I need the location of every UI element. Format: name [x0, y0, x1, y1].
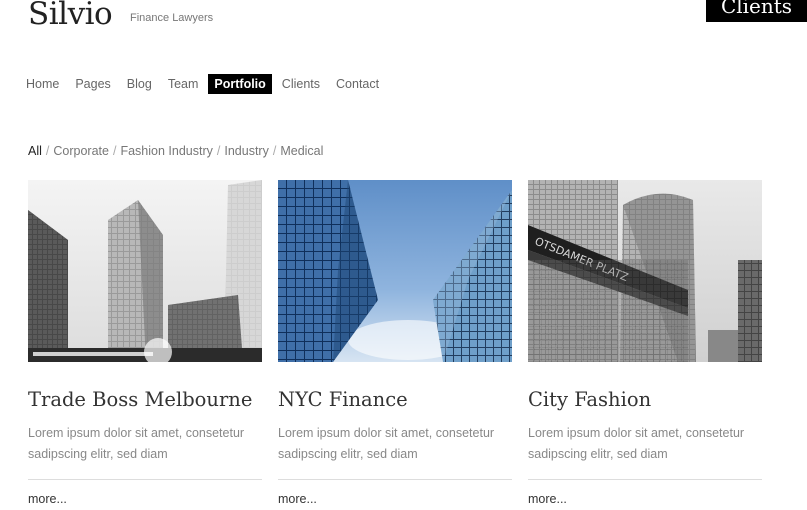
portfolio-thumb-trade-boss[interactable] — [28, 180, 262, 362]
site-tagline: Finance Lawyers — [130, 12, 214, 24]
card-title[interactable]: City Fashion — [528, 388, 762, 411]
more-link[interactable]: more... — [528, 492, 762, 506]
card-title[interactable]: NYC Finance — [278, 388, 512, 411]
nav-home[interactable]: Home — [20, 74, 65, 94]
portfolio-thumb-nyc-finance[interactable] — [278, 180, 512, 362]
main-nav: Home Pages Blog Team Portfolio Clients C… — [20, 74, 389, 94]
card-divider — [278, 479, 512, 480]
nav-blog[interactable]: Blog — [121, 74, 158, 94]
filter-industry[interactable]: Industry — [224, 144, 268, 158]
skyscraper-grayscale-image — [28, 180, 262, 362]
filter-separator: / — [216, 144, 221, 158]
filter-all[interactable]: All — [28, 144, 42, 158]
card-divider — [528, 479, 762, 480]
nav-pages[interactable]: Pages — [69, 74, 116, 94]
clients-badge[interactable]: Clients — [706, 0, 807, 22]
filter-separator: / — [112, 144, 117, 158]
filter-separator: / — [45, 144, 50, 158]
card-divider — [28, 479, 262, 480]
card-excerpt: Lorem ipsum dolor sit amet, consetetur s… — [278, 426, 495, 461]
card-title[interactable]: Trade Boss Melbourne — [28, 388, 262, 411]
more-link[interactable]: more... — [28, 492, 262, 506]
portfolio-filter: All / Corporate / Fashion Industry / Industry /… — [28, 144, 323, 158]
filter-corporate[interactable]: Corporate — [53, 144, 109, 158]
portfolio-card: OTSDAMER PLATZ City Fashion Lorem ipsum … — [528, 180, 762, 506]
portfolio-card: NYC Finance Lorem ipsum dolor sit amet, … — [278, 180, 512, 506]
filter-fashion-industry[interactable]: Fashion Industry — [120, 144, 212, 158]
more-link[interactable]: more... — [278, 492, 512, 506]
clients-badge-label: Clients — [720, 0, 793, 18]
card-excerpt: Lorem ipsum dolor sit amet, consetetur s… — [528, 426, 745, 461]
portfolio-card: Trade Boss Melbourne Lorem ipsum dolor s… — [28, 180, 262, 506]
potsdamer-platz-grayscale-image: OTSDAMER PLATZ — [528, 180, 762, 362]
nav-team[interactable]: Team — [162, 74, 205, 94]
filter-separator: / — [272, 144, 277, 158]
nav-portfolio[interactable]: Portfolio — [208, 74, 272, 94]
portfolio-thumb-city-fashion[interactable]: OTSDAMER PLATZ — [528, 180, 762, 362]
filter-medical[interactable]: Medical — [280, 144, 323, 158]
nav-clients[interactable]: Clients — [276, 74, 326, 94]
card-excerpt: Lorem ipsum dolor sit amet, consetetur s… — [28, 426, 245, 461]
site-logo[interactable]: Silvio — [28, 0, 113, 32]
nav-contact[interactable]: Contact — [330, 74, 385, 94]
glass-towers-blue-image — [278, 180, 512, 362]
